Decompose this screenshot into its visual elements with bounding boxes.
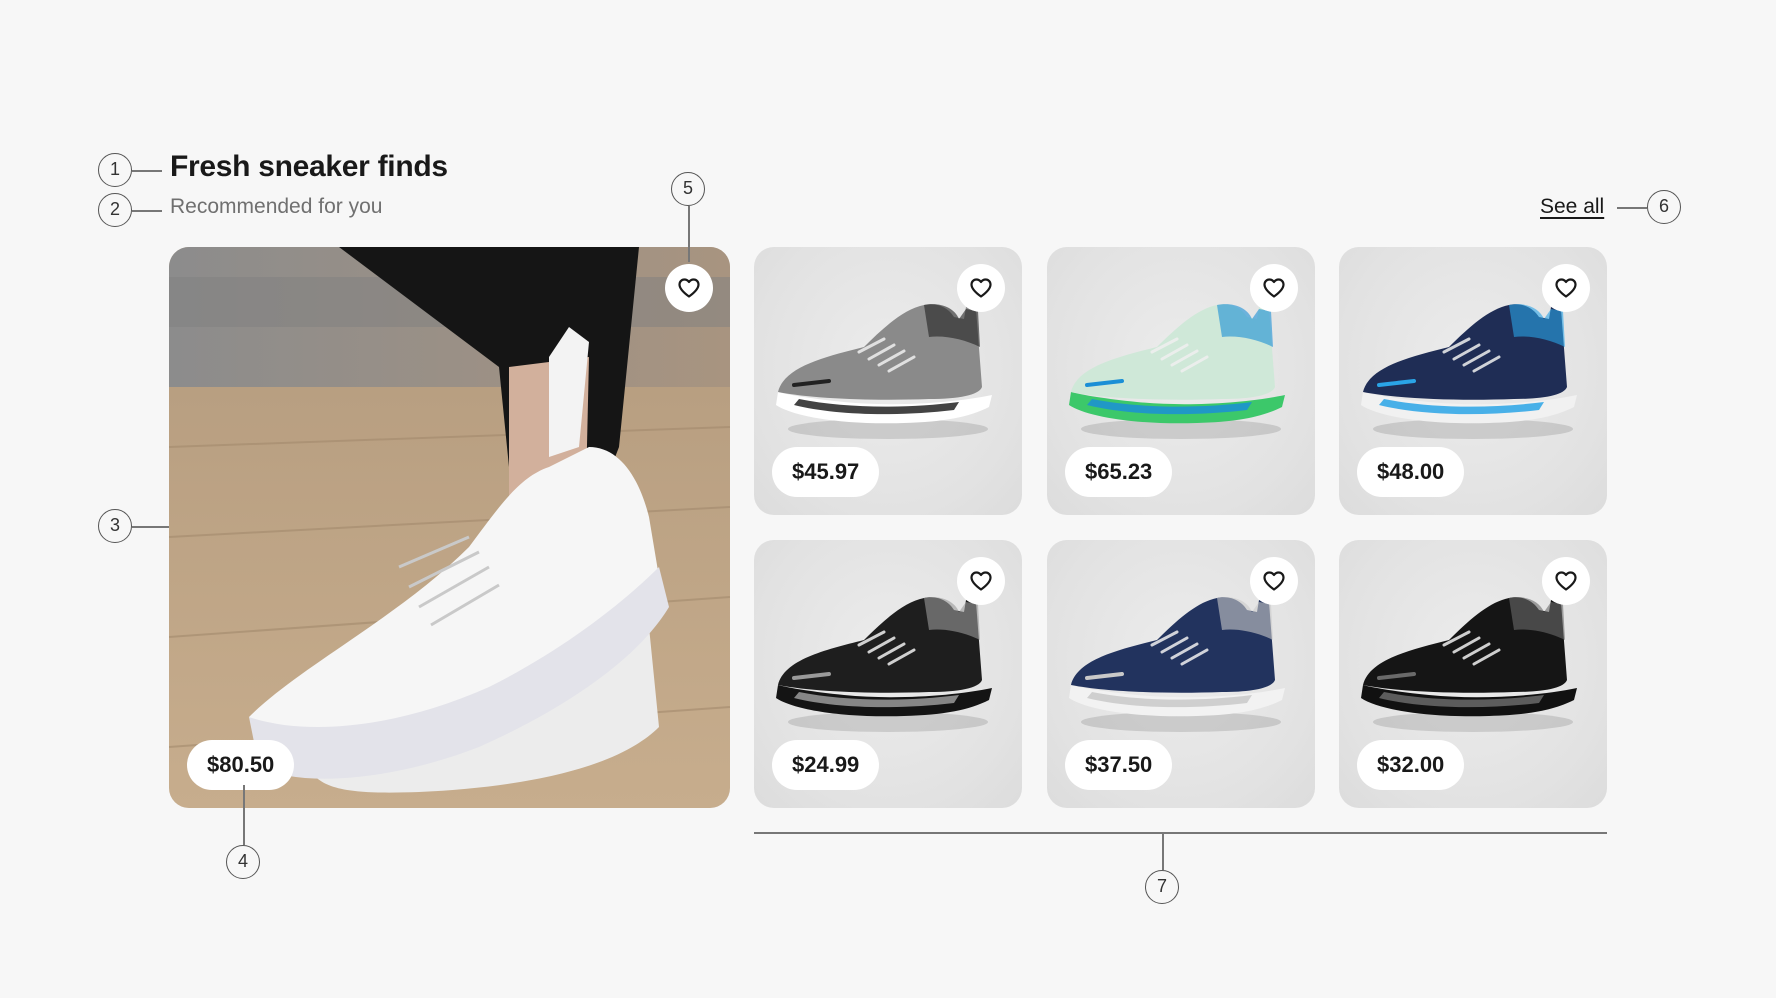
callout-6: 6 [1647, 190, 1681, 224]
product-card[interactable]: $48.00 [1339, 247, 1607, 515]
callout-7: 7 [1145, 870, 1179, 904]
callout-line-1 [132, 170, 162, 172]
hero-product-card[interactable]: $80.50 [169, 247, 730, 808]
sneaker-module: Fresh sneaker finds Recommended for you … [0, 0, 1776, 998]
callout-3: 3 [98, 509, 132, 543]
heart-outline-icon [678, 278, 700, 298]
callout-line-3 [132, 526, 169, 528]
price-badge: $65.23 [1065, 447, 1173, 497]
callout-4: 4 [226, 845, 260, 879]
grid-underline [754, 832, 1607, 834]
hero-price-badge: $80.50 [187, 740, 295, 790]
callout-1: 1 [98, 153, 132, 187]
favorite-button[interactable] [1250, 264, 1298, 312]
product-card[interactable]: $32.00 [1339, 540, 1607, 808]
heart-outline-icon [1263, 571, 1285, 591]
price-badge: $32.00 [1357, 740, 1465, 790]
callout-line-4 [243, 785, 245, 845]
product-card[interactable]: $45.97 [754, 247, 1022, 515]
callout-line-5 [688, 206, 690, 262]
product-card[interactable]: $37.50 [1047, 540, 1315, 808]
module-subtitle: Recommended for you [170, 195, 383, 218]
callout-line-2 [132, 210, 162, 212]
callout-line-7 [1162, 832, 1164, 870]
favorite-button[interactable] [1250, 557, 1298, 605]
hero-favorite-button[interactable] [665, 264, 713, 312]
price-badge: $24.99 [772, 740, 880, 790]
product-card[interactable]: $24.99 [754, 540, 1022, 808]
product-card[interactable]: $65.23 [1047, 247, 1315, 515]
see-all-link[interactable]: See all [1540, 195, 1604, 219]
heart-outline-icon [1555, 571, 1577, 591]
callout-5: 5 [671, 172, 705, 206]
favorite-button[interactable] [1542, 264, 1590, 312]
hero-product-image [169, 247, 730, 808]
price-badge: $48.00 [1357, 447, 1465, 497]
heart-outline-icon [970, 278, 992, 298]
module-title: Fresh sneaker finds [170, 150, 448, 183]
price-badge: $45.97 [772, 447, 880, 497]
callout-2: 2 [98, 193, 132, 227]
heart-outline-icon [1263, 278, 1285, 298]
favorite-button[interactable] [1542, 557, 1590, 605]
heart-outline-icon [1555, 278, 1577, 298]
callout-line-6 [1617, 207, 1647, 209]
price-badge: $37.50 [1065, 740, 1173, 790]
favorite-button[interactable] [957, 557, 1005, 605]
favorite-button[interactable] [957, 264, 1005, 312]
heart-outline-icon [970, 571, 992, 591]
